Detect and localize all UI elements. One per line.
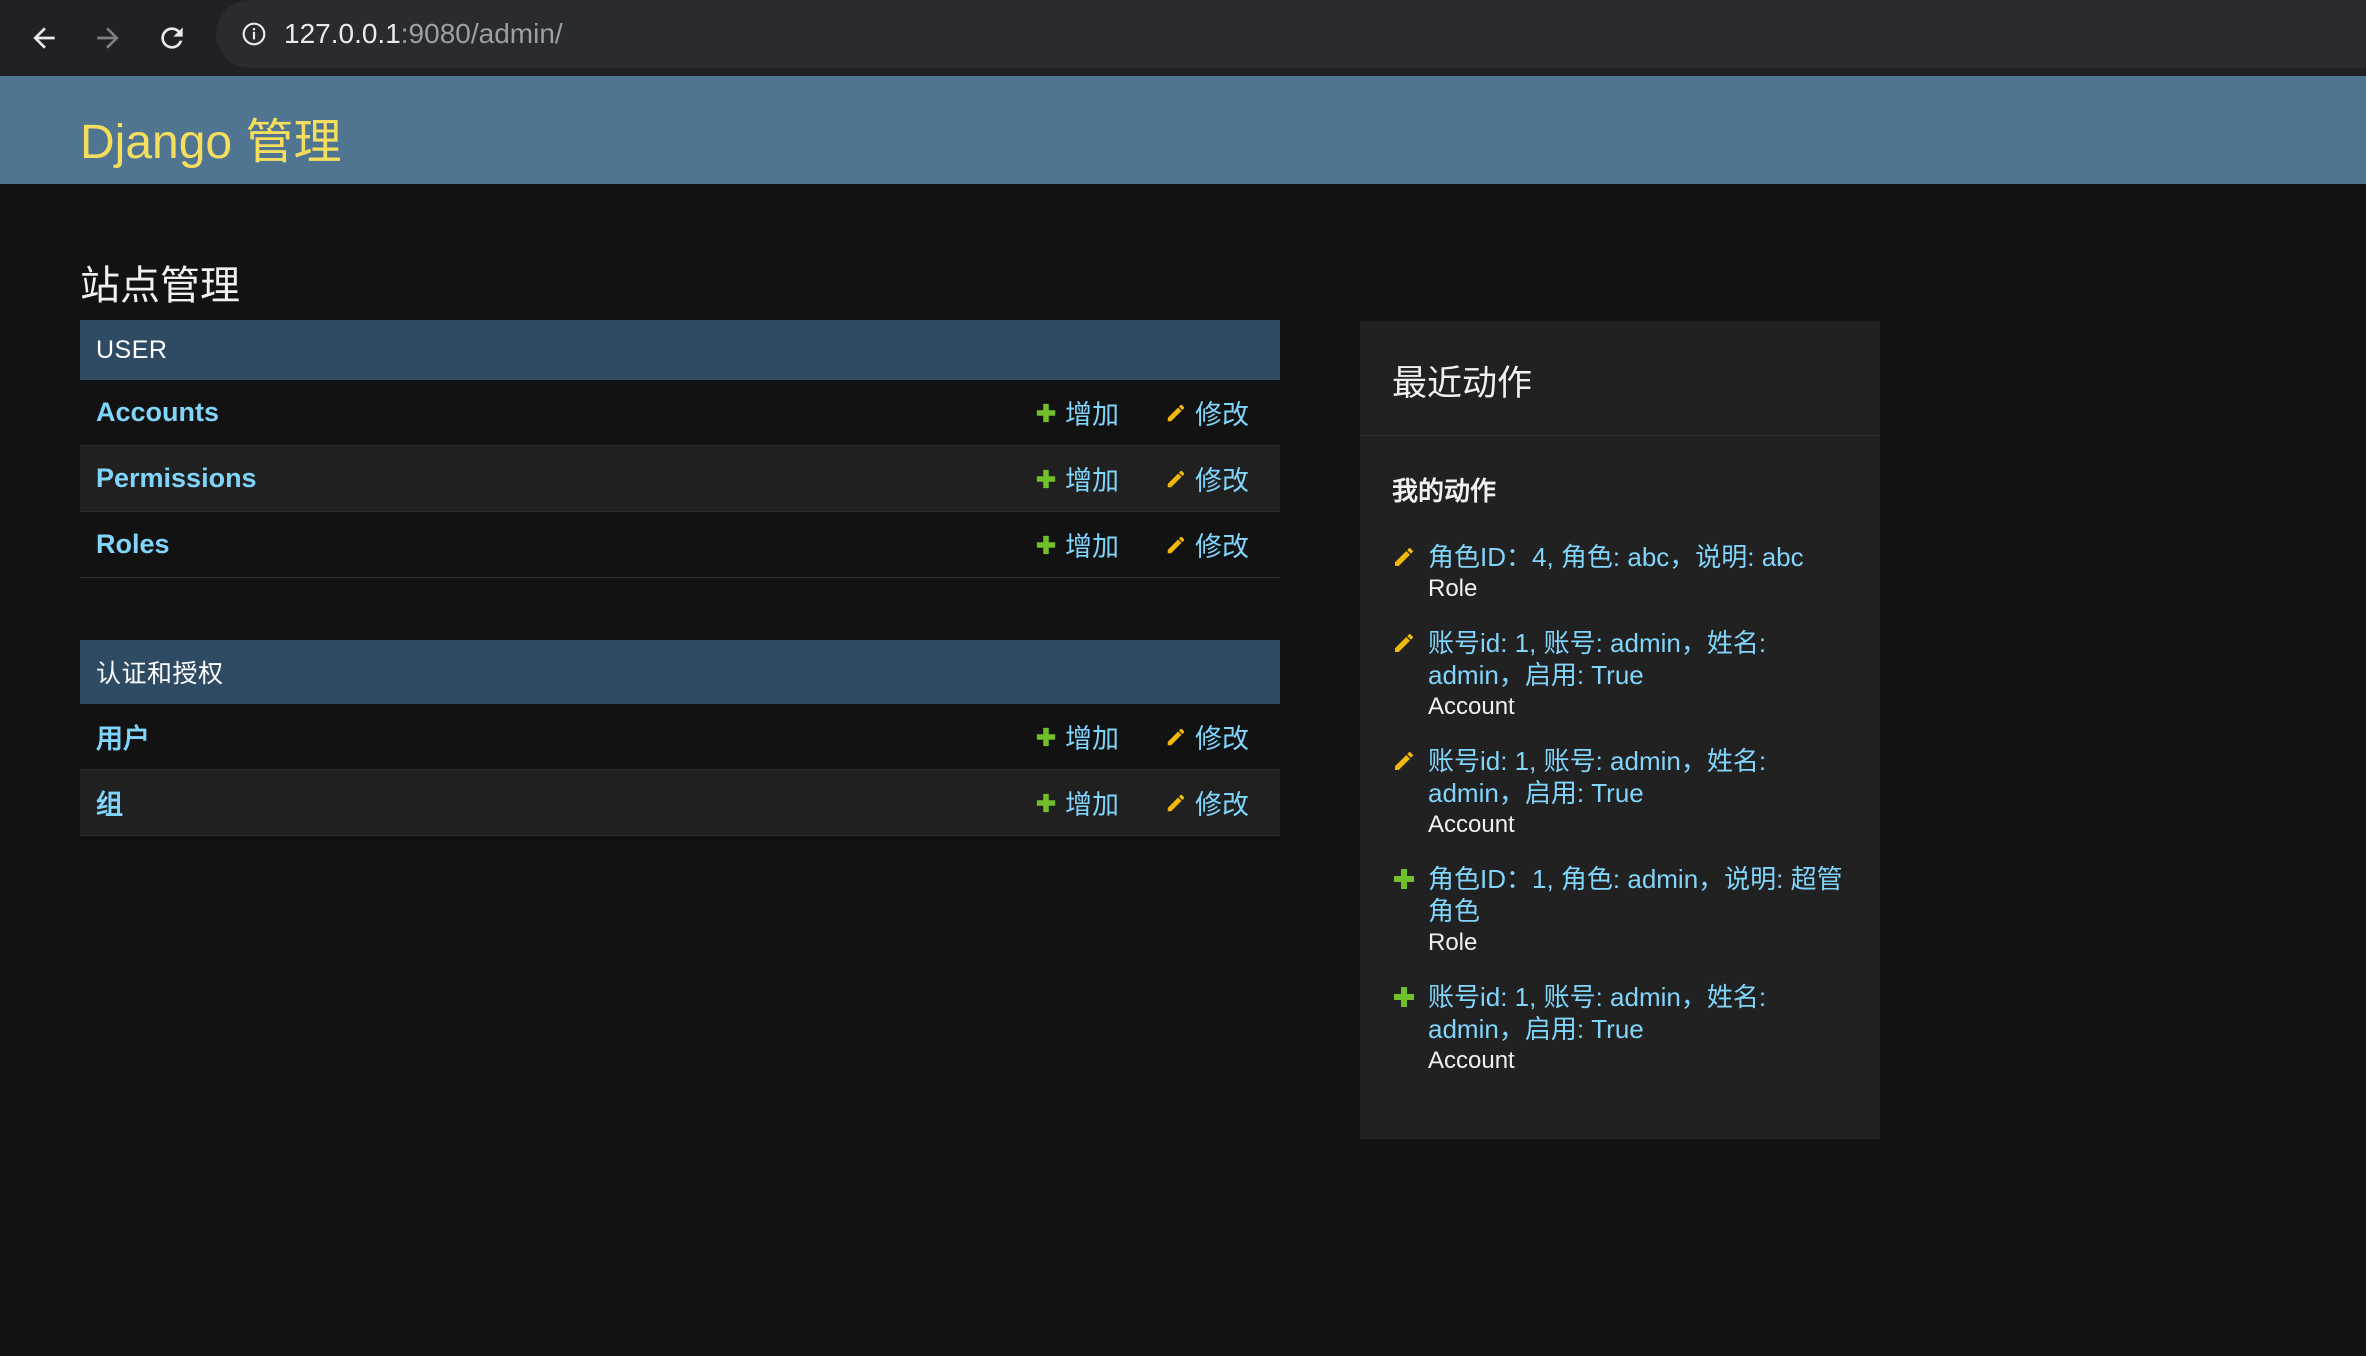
- recent-action-link[interactable]: 账号id: 1, 账号: admin，姓名: admin，启用: True: [1428, 627, 1852, 691]
- recent-action-link[interactable]: 角色ID：4, 角色: abc，说明: abc: [1428, 541, 1852, 573]
- recent-action-link[interactable]: 账号id: 1, 账号: admin，姓名: admin，启用: True: [1428, 745, 1852, 809]
- plus-icon: [1036, 535, 1056, 554]
- pencil-icon: [1167, 470, 1185, 487]
- model-link-accounts[interactable]: Accounts: [96, 397, 219, 428]
- change-label: 修改: [1195, 400, 1249, 430]
- change-label: 修改: [1195, 532, 1249, 562]
- arrow-right-icon: [97, 27, 119, 49]
- model-link-groups[interactable]: 组: [96, 783, 123, 822]
- plus-icon: [1036, 469, 1056, 488]
- pencil-icon: [1395, 634, 1413, 652]
- recent-action-item: 角色ID：1, 角色: admin，说明: 超管角色 Role: [1392, 863, 1852, 959]
- recent-action-link[interactable]: 角色ID：1, 角色: admin，说明: 超管角色: [1428, 863, 1852, 927]
- pencil-icon: [1395, 752, 1413, 770]
- url-host: 127.0.0.1: [284, 18, 401, 49]
- reload-button[interactable]: [148, 14, 196, 62]
- recent-actions-panel: 最近动作 我的动作 角色ID：4, 角色: abc，说明: abc Role 账…: [1360, 321, 1880, 1139]
- change-label: 修改: [1195, 724, 1249, 754]
- change-link-permissions[interactable]: 修改: [1165, 459, 1249, 498]
- site-header: Django 管理: [0, 76, 2366, 184]
- my-actions-heading: 我的动作: [1392, 476, 1497, 506]
- reload-icon: [161, 27, 183, 49]
- model-row-permissions: Permissions 增加 修改: [80, 446, 1280, 512]
- module-user: USER Accounts 增加 修改 Permissions 增加 修改 Ro…: [80, 320, 1280, 578]
- recent-action-type: Account: [1428, 693, 1515, 720]
- change-label: 修改: [1195, 790, 1249, 820]
- add-label: 增加: [1065, 724, 1119, 754]
- pencil-icon: [1167, 728, 1185, 745]
- model-row-roles: Roles 增加 修改: [80, 512, 1280, 578]
- recent-action-type: Account: [1428, 1047, 1515, 1074]
- page-title: 站点管理: [80, 263, 240, 308]
- url-path: :9080/admin/: [400, 18, 563, 49]
- add-link-groups[interactable]: 增加: [1035, 783, 1119, 822]
- arrow-left-icon: [33, 27, 55, 49]
- recent-action-type: Role: [1428, 929, 1478, 956]
- recent-action-item: 角色ID：4, 角色: abc，说明: abc Role: [1392, 541, 1852, 605]
- model-link-permissions[interactable]: Permissions: [96, 463, 257, 494]
- recent-action-item: 账号id: 1, 账号: admin，姓名: admin，启用: True Ac…: [1392, 627, 1852, 723]
- change-link-accounts[interactable]: 修改: [1165, 393, 1249, 432]
- change-label: 修改: [1195, 466, 1249, 496]
- plus-icon: [1036, 793, 1056, 812]
- recent-action-item: 账号id: 1, 账号: admin，姓名: admin，启用: True Ac…: [1392, 745, 1852, 841]
- recent-action-type: Account: [1428, 811, 1515, 838]
- add-link-roles[interactable]: 增加: [1035, 525, 1119, 564]
- add-link-users[interactable]: 增加: [1035, 717, 1119, 756]
- model-row-users: 用户 增加 修改: [80, 704, 1280, 770]
- add-link-permissions[interactable]: 增加: [1035, 459, 1119, 498]
- recent-actions-title: 最近动作: [1392, 364, 1533, 403]
- change-link-groups[interactable]: 修改: [1165, 783, 1249, 822]
- module-caption-auth[interactable]: 认证和授权: [80, 640, 1280, 704]
- module-caption-user[interactable]: USER: [80, 320, 1280, 380]
- divider: [1360, 435, 1880, 436]
- plus-icon: [1394, 987, 1414, 1007]
- back-button[interactable]: [20, 14, 68, 62]
- info-icon[interactable]: [238, 18, 270, 50]
- model-row-groups: 组 增加 修改: [80, 770, 1280, 836]
- model-link-roles[interactable]: Roles: [96, 529, 170, 560]
- pencil-icon: [1167, 404, 1185, 421]
- change-link-roles[interactable]: 修改: [1165, 525, 1249, 564]
- recent-actions-list: 角色ID：4, 角色: abc，说明: abc Role 账号id: 1, 账号…: [1392, 541, 1852, 1099]
- pencil-icon: [1167, 536, 1185, 553]
- plus-icon: [1036, 727, 1056, 746]
- model-link-users[interactable]: 用户: [96, 717, 150, 756]
- pencil-icon: [1167, 794, 1185, 811]
- recent-action-link[interactable]: 账号id: 1, 账号: admin，姓名: admin，启用: True: [1428, 981, 1852, 1045]
- change-link-users[interactable]: 修改: [1165, 717, 1249, 756]
- add-link-accounts[interactable]: 增加: [1035, 393, 1119, 432]
- add-label: 增加: [1065, 466, 1119, 496]
- site-brand-link[interactable]: Django 管理: [80, 102, 341, 172]
- add-label: 增加: [1065, 400, 1119, 430]
- address-bar[interactable]: 127.0.0.1:9080/admin/: [216, 0, 2366, 68]
- add-label: 增加: [1065, 790, 1119, 820]
- recent-action-item: 账号id: 1, 账号: admin，姓名: admin，启用: True Ac…: [1392, 981, 1852, 1077]
- forward-button[interactable]: [84, 14, 132, 62]
- module-auth: 认证和授权 用户 增加 修改 组 增加 修改: [80, 640, 1280, 836]
- add-label: 增加: [1065, 532, 1119, 562]
- model-row-accounts: Accounts 增加 修改: [80, 380, 1280, 446]
- url-text: 127.0.0.1:9080/admin/: [284, 18, 563, 50]
- browser-toolbar: 127.0.0.1:9080/admin/: [0, 0, 2366, 77]
- plus-icon: [1394, 869, 1414, 889]
- recent-action-type: Role: [1428, 575, 1478, 602]
- pencil-icon: [1395, 548, 1413, 566]
- plus-icon: [1036, 403, 1056, 422]
